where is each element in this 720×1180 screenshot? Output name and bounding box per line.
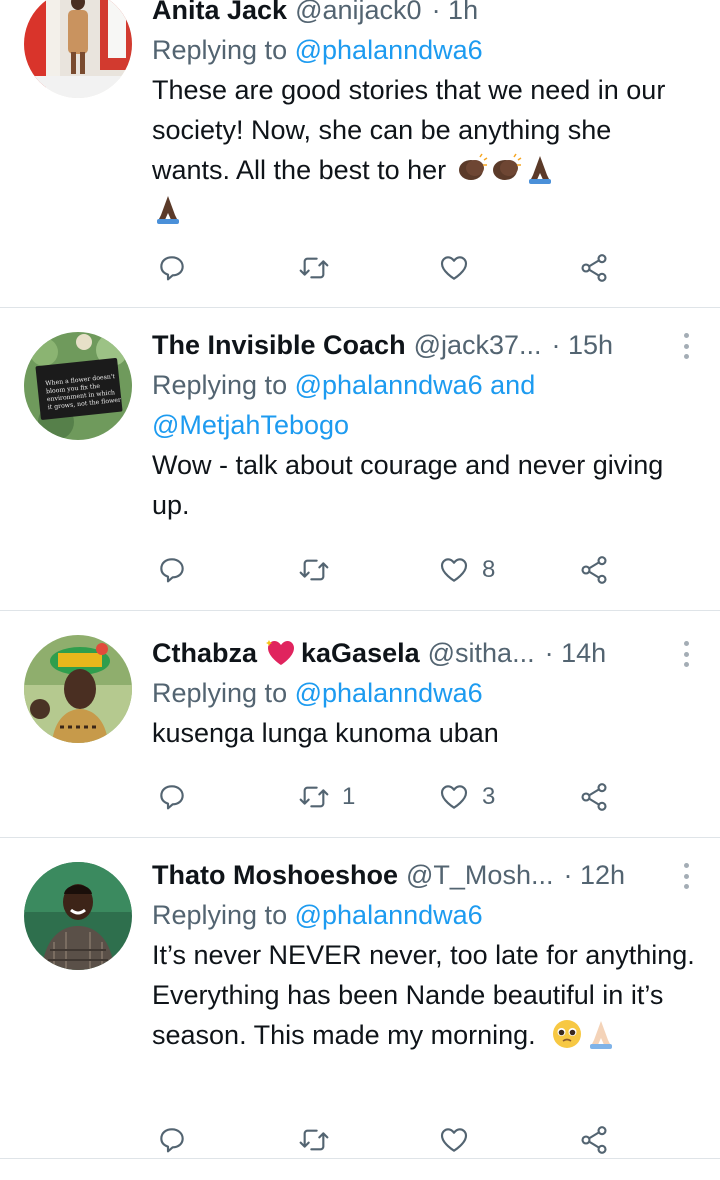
reply-button[interactable] — [156, 248, 200, 288]
mention-link[interactable]: @phalanndwa6 and — [295, 370, 536, 400]
tweet-header: The Invisible Coach @jack37... · 15h — [152, 325, 696, 365]
retweet-button[interactable] — [298, 1120, 342, 1160]
like-count: 8 — [482, 556, 496, 583]
tweet-actions — [152, 248, 632, 288]
avatar[interactable]: When a flower doesn't bloom you fix the … — [24, 332, 132, 440]
display-name[interactable]: Cthabza — [152, 638, 257, 669]
like-button[interactable] — [438, 1120, 482, 1160]
display-name[interactable]: The Invisible Coach — [152, 330, 406, 361]
retweet-icon — [299, 786, 329, 808]
replying-to: Replying to @phalanndwa6 — [152, 895, 696, 935]
reply-icon — [160, 1128, 184, 1153]
user-handle: @anijack0 — [295, 0, 422, 25]
tweet-text: It’s never NEVER never, too late for any… — [152, 935, 696, 1055]
display-name[interactable]: Anita Jack — [152, 0, 287, 26]
retweet-icon — [299, 257, 329, 279]
retweet-button[interactable] — [298, 550, 342, 590]
replying-label: Replying to — [152, 370, 288, 400]
like-icon — [440, 256, 468, 280]
display-name-suffix[interactable]: kaGasela — [301, 638, 420, 669]
more-icon[interactable] — [676, 639, 696, 669]
retweet-count: 1 — [342, 783, 356, 810]
replying-to: Replying to @phalanndwa6 — [152, 30, 696, 70]
retweet-button[interactable] — [298, 248, 342, 288]
like-button[interactable]: 8 — [438, 550, 495, 590]
tweet-actions — [152, 1120, 632, 1160]
like-button[interactable] — [438, 248, 482, 288]
tweet[interactable]: When a flower doesn't bloom you fix the … — [0, 308, 720, 611]
replying-to: Replying to @phalanndwa6 — [152, 673, 696, 713]
tweet-actions: 8 — [152, 550, 632, 590]
retweet-icon — [299, 1129, 329, 1151]
share-icon — [581, 783, 607, 811]
avatar[interactable] — [24, 635, 132, 743]
timestamp[interactable]: · 12h — [563, 860, 625, 891]
reply-button[interactable] — [156, 1120, 200, 1160]
timestamp[interactable]: · 1h — [432, 0, 479, 26]
pleading-face-icon — [553, 1020, 582, 1048]
clapping-hands-icon — [458, 153, 488, 180]
like-button[interactable]: 3 — [438, 777, 495, 817]
timestamp[interactable]: · 15h — [552, 330, 614, 361]
tweet-actions: 1 3 — [152, 777, 632, 817]
tweet-header: Thato Moshoeshoe @T_Mosh... · 12h — [152, 855, 696, 895]
replying-label: Replying to — [152, 678, 288, 708]
replying-label: Replying to — [152, 900, 288, 930]
tweet-text: kusenga lunga kunoma uban — [152, 718, 499, 748]
mention-link[interactable]: @MetjahTebogo — [152, 410, 349, 440]
tweet[interactable]: Thato Moshoeshoe @T_Mosh... · 12h Replyi… — [0, 838, 720, 1159]
tweet[interactable]: Cthabza kaGasela @sitha... · 14h Replyin… — [0, 611, 720, 838]
folded-hands-icon — [528, 156, 551, 184]
avatar[interactable] — [24, 862, 132, 970]
folded-hands-icon — [590, 1021, 613, 1049]
retweet-icon — [299, 559, 329, 581]
display-name[interactable]: Thato Moshoeshoe — [152, 860, 398, 891]
share-icon — [581, 556, 607, 584]
more-icon[interactable] — [676, 331, 696, 361]
user-handle: @T_Mosh... — [406, 859, 554, 890]
share-icon — [581, 1126, 607, 1154]
mention-link[interactable]: @phalanndwa6 — [295, 35, 483, 65]
like-icon — [440, 1128, 468, 1152]
share-icon — [581, 254, 607, 282]
like-icon — [440, 558, 468, 582]
like-count: 3 — [482, 783, 496, 810]
tweet-text: Wow - talk about courage and never givin… — [152, 450, 664, 520]
share-button[interactable] — [578, 1120, 610, 1160]
reply-icon — [160, 785, 184, 810]
reply-button[interactable] — [156, 777, 200, 817]
tweet-header: Anita Jack @anijack0 · 1h — [152, 0, 696, 30]
folded-hands-icon — [157, 196, 179, 224]
mention-link[interactable]: @phalanndwa6 — [295, 678, 483, 708]
avatar[interactable] — [24, 0, 132, 98]
more-icon[interactable] — [676, 861, 696, 891]
replying-label: Replying to — [152, 35, 288, 65]
tweet-header: Cthabza kaGasela @sitha... · 14h — [152, 633, 696, 673]
mention-link[interactable]: @phalanndwa6 — [295, 900, 483, 930]
reply-icon — [160, 256, 184, 281]
reply-button[interactable] — [156, 550, 200, 590]
retweet-button[interactable]: 1 — [298, 777, 355, 817]
share-button[interactable] — [578, 777, 610, 817]
sparkling-heart-icon — [266, 640, 295, 665]
timestamp[interactable]: · 14h — [545, 638, 607, 669]
reply-icon — [160, 558, 184, 583]
like-icon — [440, 785, 468, 809]
tweet-text-body: These are good stories that we need in o… — [152, 75, 666, 185]
user-handle: @sitha... — [427, 637, 535, 668]
tweet-text: These are good stories that we need in o… — [152, 70, 696, 230]
user-handle: @jack37... — [413, 329, 542, 360]
replying-to: Replying to @phalanndwa6 and @MetjahTebo… — [152, 365, 696, 445]
tweet[interactable]: Anita Jack @anijack0 · 1h Replying to @p… — [0, 0, 720, 308]
share-button[interactable] — [578, 248, 610, 288]
share-button[interactable] — [578, 550, 610, 590]
clapping-hands-icon — [492, 153, 522, 180]
